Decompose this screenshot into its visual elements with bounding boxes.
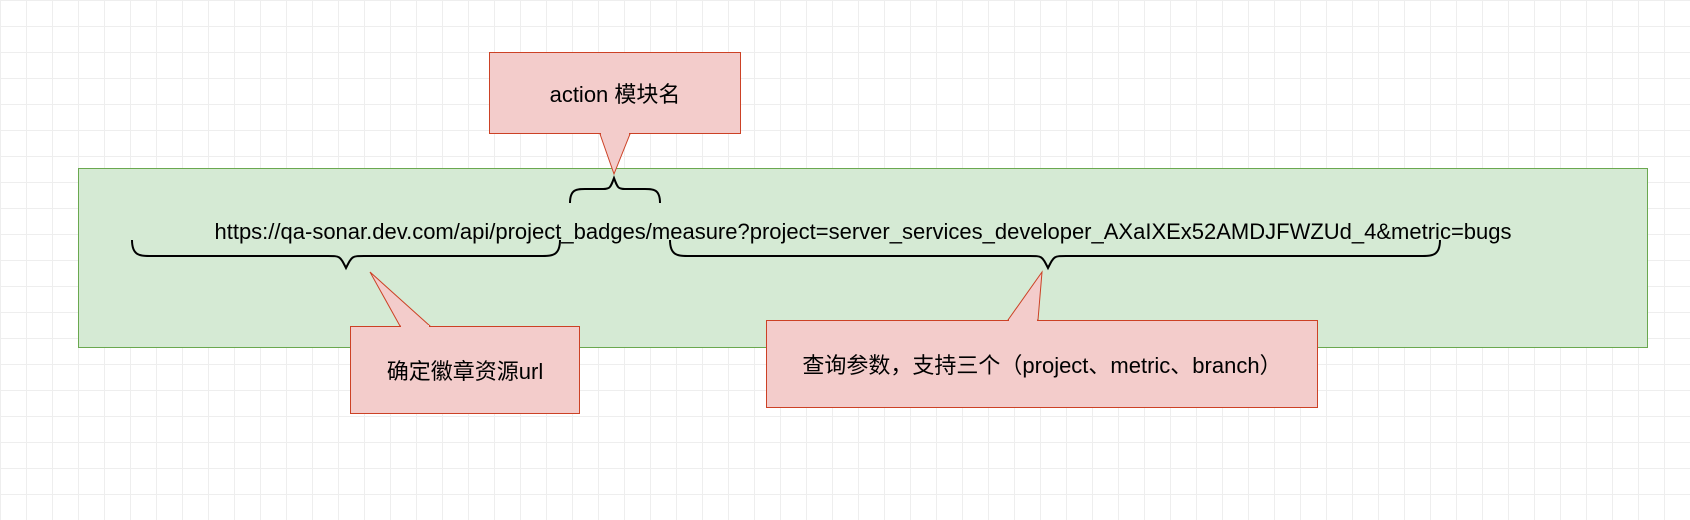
callout-action-label: action 模块名 xyxy=(550,77,681,109)
diagram-canvas: https://qa-sonar.dev.com/api/project_bad… xyxy=(0,0,1690,520)
callout-query-params-label: 查询参数，支持三个（project、metric、branch） xyxy=(802,348,1281,380)
callout-action-name: action 模块名 xyxy=(489,52,741,134)
callout-query-params: 查询参数，支持三个（project、metric、branch） xyxy=(766,320,1318,408)
url-text: https://qa-sonar.dev.com/api/project_bad… xyxy=(79,219,1647,245)
callout-base-url-label: 确定徽章资源url xyxy=(387,354,543,386)
callout-base-url: 确定徽章资源url xyxy=(350,326,580,414)
